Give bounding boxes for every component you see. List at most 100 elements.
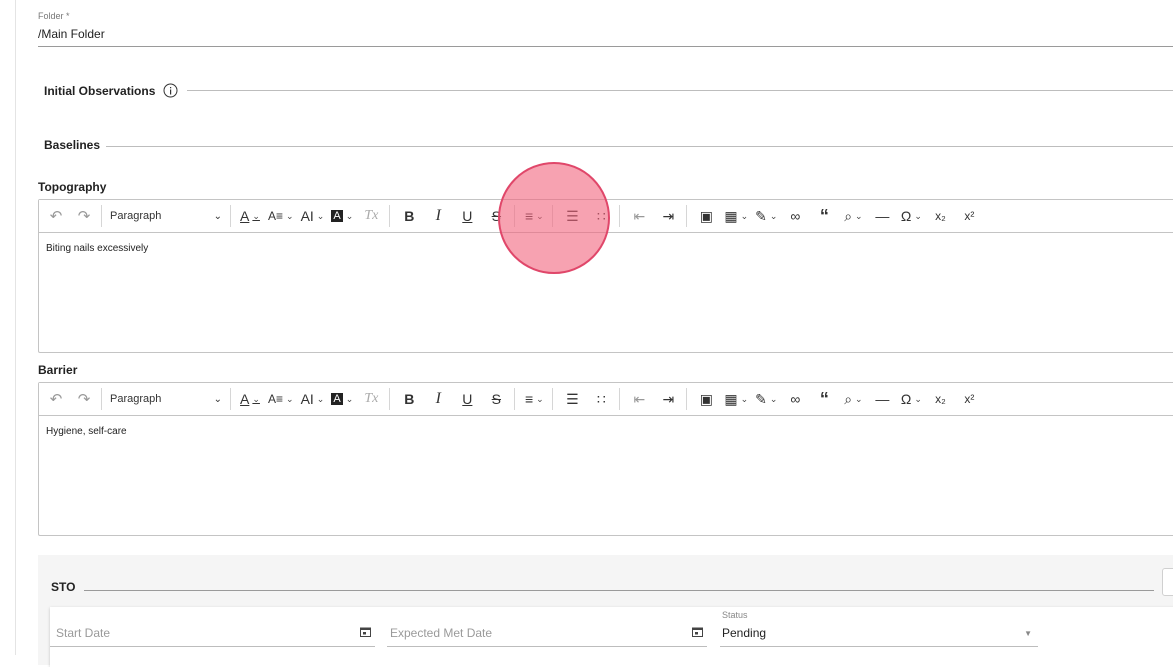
info-icon[interactable] xyxy=(163,83,178,98)
chevron-down-icon: ⌄ xyxy=(316,393,325,404)
italic-icon[interactable]: I xyxy=(427,388,449,410)
insert-image-icon[interactable]: ▣ xyxy=(695,205,717,227)
barrier-toolbar: ↶ ↷ Paragraph ⌄ A ⌄ A≡ ⌄ AI ⌄ A ⌄ Tx B I U S … xyxy=(39,383,1173,416)
toolbar-separator xyxy=(619,388,621,410)
baselines-header: Baselines xyxy=(44,138,100,152)
superscript-icon[interactable]: x² xyxy=(958,388,980,410)
superscript-icon[interactable]: x² xyxy=(958,205,980,227)
bulleted-list-icon[interactable]: ∷ xyxy=(590,388,612,410)
chevron-down-icon: ⌄ xyxy=(316,210,325,221)
chevron-down-icon: ⌄ xyxy=(213,210,222,222)
underline-icon[interactable]: U xyxy=(456,388,478,410)
font-color-icon[interactable]: A ⌄ xyxy=(239,205,261,227)
font-size-glyph: A≡ xyxy=(268,209,284,223)
link-icon[interactable]: ∞ xyxy=(784,205,806,227)
alignment-icon[interactable]: ≡ ⌄ xyxy=(523,205,545,227)
underline-icon[interactable]: U xyxy=(456,205,478,227)
remove-format-icon[interactable]: Tx xyxy=(360,205,382,227)
chevron-down-icon: ⌄ xyxy=(769,210,778,221)
undo-icon[interactable]: ↶ xyxy=(45,388,67,410)
block-quote-icon[interactable]: “ xyxy=(813,205,835,227)
font-size-icon[interactable]: A≡ ⌄ xyxy=(268,388,294,410)
start-date-field[interactable]: Start Date xyxy=(50,607,375,647)
italic-icon[interactable]: I xyxy=(427,205,449,227)
alignment-icon[interactable]: ≡ ⌄ xyxy=(523,388,545,410)
folder-underline xyxy=(38,46,1173,47)
chevron-down-icon: ⌄ xyxy=(740,393,749,404)
sto-action-button[interactable] xyxy=(1162,568,1173,596)
numbered-list-icon[interactable]: ☰ xyxy=(561,388,583,410)
alignment-glyph: ≡ xyxy=(524,391,534,407)
redo-icon[interactable]: ↷ xyxy=(73,388,95,410)
horizontal-line-icon[interactable]: — xyxy=(871,205,893,227)
bold-icon[interactable]: B xyxy=(398,205,420,227)
folder-label: Folder * xyxy=(38,11,70,21)
barrier-content[interactable]: Hygiene, self-care xyxy=(39,416,1173,447)
paragraph-select[interactable]: Paragraph ⌄ xyxy=(110,210,222,222)
chevron-down-icon: ⌄ xyxy=(252,393,260,404)
insert-image-icon[interactable]: ▣ xyxy=(695,388,717,410)
calendar-icon[interactable] xyxy=(692,627,703,637)
link-icon[interactable]: ∞ xyxy=(784,388,806,410)
strikethrough-icon[interactable]: S xyxy=(485,205,507,227)
undo-icon[interactable]: ↶ xyxy=(45,205,67,227)
toolbar-separator xyxy=(101,388,102,410)
sto-title: STO xyxy=(51,580,76,594)
toolbar-separator xyxy=(230,205,231,227)
insert-table-icon[interactable]: ▦ ⌄ xyxy=(724,205,748,227)
bulleted-list-icon[interactable]: ∷ xyxy=(590,205,612,227)
font-color-icon[interactable]: A ⌄ xyxy=(239,388,261,410)
table-glyph: ▦ xyxy=(724,390,738,407)
chevron-down-icon: ⌄ xyxy=(740,210,749,221)
chevron-down-icon: ⌄ xyxy=(252,210,260,221)
bold-icon[interactable]: B xyxy=(398,388,420,410)
subscript-icon[interactable]: x₂ xyxy=(929,205,951,227)
outdent-icon[interactable]: ⇤ xyxy=(628,205,650,227)
topography-title: Topography xyxy=(38,180,107,194)
highlight-glyph: ✎ xyxy=(755,207,767,224)
indent-icon[interactable]: ⇥ xyxy=(657,388,679,410)
insert-table-icon[interactable]: ▦ ⌄ xyxy=(724,388,748,410)
special-characters-icon[interactable]: Ω ⌄ xyxy=(900,205,922,227)
highlight-icon[interactable]: ✎ ⌄ xyxy=(755,388,777,410)
find-replace-icon[interactable]: ⌕ ⌄ xyxy=(842,388,864,410)
numbered-list-icon[interactable]: ☰ xyxy=(561,205,583,227)
special-characters-icon[interactable]: Ω ⌄ xyxy=(900,388,922,410)
font-size-icon[interactable]: A≡ ⌄ xyxy=(268,205,294,227)
font-background-icon[interactable]: A ⌄ xyxy=(331,205,353,227)
status-label: Status xyxy=(722,610,748,620)
font-family-icon[interactable]: AI ⌄ xyxy=(301,388,325,410)
font-family-icon[interactable]: AI ⌄ xyxy=(301,205,325,227)
toolbar-separator xyxy=(389,205,391,227)
expected-met-date-field[interactable]: Expected Met Date xyxy=(387,607,707,647)
topography-toolbar: ↶ ↷ Paragraph ⌄ A ⌄ A≡ ⌄ AI ⌄ A ⌄ Tx B I U S … xyxy=(39,200,1173,233)
chevron-down-icon: ⌄ xyxy=(855,210,863,221)
strikethrough-icon[interactable]: S xyxy=(485,388,507,410)
outdent-icon[interactable]: ⇤ xyxy=(628,388,650,410)
subscript-icon[interactable]: x₂ xyxy=(929,388,951,410)
redo-icon[interactable]: ↷ xyxy=(73,205,95,227)
toolbar-separator xyxy=(230,388,231,410)
status-select[interactable]: Status Pending ▼ xyxy=(720,607,1038,647)
chevron-down-icon: ⌄ xyxy=(345,393,354,404)
chevron-down-icon: ⌄ xyxy=(536,393,544,404)
highlight-icon[interactable]: ✎ ⌄ xyxy=(755,205,777,227)
topography-content[interactable]: Biting nails excessively xyxy=(39,233,1173,264)
find-replace-icon[interactable]: ⌕ ⌄ xyxy=(842,205,864,227)
special-characters-glyph: Ω xyxy=(900,391,912,407)
block-quote-icon[interactable]: “ xyxy=(813,388,835,410)
font-background-icon[interactable]: A ⌄ xyxy=(331,388,353,410)
initial-observations-header: Initial Observations xyxy=(44,83,178,98)
indent-icon[interactable]: ⇥ xyxy=(657,205,679,227)
folder-input[interactable]: /Main Folder xyxy=(38,27,105,41)
find-replace-glyph: ⌕ xyxy=(844,207,853,224)
horizontal-line-icon[interactable]: — xyxy=(871,388,893,410)
toolbar-separator xyxy=(514,205,516,227)
calendar-icon[interactable] xyxy=(360,627,371,637)
toolbar-separator xyxy=(619,205,621,227)
remove-format-icon[interactable]: Tx xyxy=(360,388,382,410)
paragraph-select[interactable]: Paragraph ⌄ xyxy=(110,393,222,405)
font-family-glyph: AI xyxy=(300,391,314,407)
barrier-title: Barrier xyxy=(38,363,78,377)
baselines-divider xyxy=(106,146,1173,147)
